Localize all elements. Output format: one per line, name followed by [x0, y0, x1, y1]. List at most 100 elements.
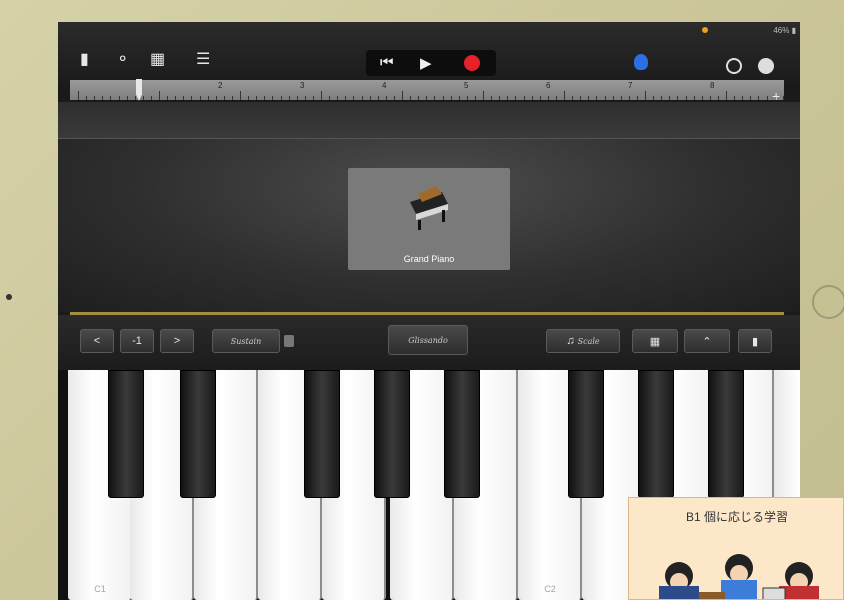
- instrument-selector[interactable]: Grand Piano: [348, 168, 510, 270]
- tracks-icon[interactable]: ▦: [150, 52, 165, 68]
- ruler-tick: [264, 96, 266, 100]
- settings-icon[interactable]: [758, 58, 774, 74]
- black-key[interactable]: [374, 370, 410, 498]
- ruler-tick: [167, 96, 169, 100]
- ruler-tick: [483, 91, 484, 100]
- stage-rim: [58, 102, 800, 139]
- rewind-icon[interactable]: ⏮: [380, 54, 394, 71]
- ruler-tick: [685, 96, 687, 100]
- metronome-icon[interactable]: [634, 54, 648, 70]
- play-icon[interactable]: ▶: [420, 54, 432, 72]
- camera-dot: [6, 294, 12, 300]
- ruler-tick: [102, 96, 104, 100]
- ruler-tick: [183, 96, 185, 100]
- ruler-tick: [110, 96, 112, 100]
- ruler-tick: [458, 96, 460, 100]
- transport-controls: ⏮ ▶: [366, 50, 496, 76]
- sustain-button[interactable]: Sustain: [212, 329, 280, 353]
- ruler-tick: [321, 91, 322, 100]
- ruler-tick: [742, 96, 744, 100]
- ruler-tick: [596, 96, 598, 100]
- ruler-tick: [231, 96, 233, 100]
- ruler-tick: [661, 96, 663, 100]
- ruler-tick: [361, 96, 363, 100]
- black-key[interactable]: [444, 370, 480, 498]
- ruler-tick: [312, 96, 314, 100]
- ruler-tick: [612, 96, 614, 100]
- ruler-tick: [142, 96, 144, 100]
- ruler-tick: [426, 96, 428, 100]
- scale-button[interactable]: ♫ Scale: [546, 329, 620, 353]
- badge-title: B1 個に応じる学習: [685, 510, 788, 524]
- ruler-tick: [329, 96, 331, 100]
- black-key[interactable]: [708, 370, 744, 498]
- top-toolbar: ▮ ⚬ ▦ ☰ ⏮ ▶ 46% ▮: [58, 22, 800, 84]
- ruler-tick: [750, 96, 752, 100]
- keyboard-layout-icon[interactable]: ▦: [632, 329, 678, 353]
- ruler-tick: [547, 96, 549, 100]
- undo-icon[interactable]: [726, 58, 742, 74]
- ruler-mark: 6: [546, 81, 551, 90]
- home-button[interactable]: [812, 285, 844, 319]
- ruler-mark: 2: [218, 81, 223, 90]
- ruler-tick: [466, 96, 468, 100]
- ruler-tick: [191, 96, 193, 100]
- keyboard-controls: < -1 > Sustain Glissando ♫ Scale ▦ ⌃ ▮: [58, 315, 800, 370]
- mixer-icon[interactable]: ☰: [196, 52, 210, 68]
- record-icon[interactable]: [464, 55, 480, 71]
- ruler-tick: [491, 96, 493, 100]
- ruler-tick: [240, 91, 241, 100]
- ruler-tick: [709, 96, 711, 100]
- ruler-tick: [499, 96, 501, 100]
- ruler-tick: [402, 91, 403, 100]
- trash-icon[interactable]: ▮: [738, 329, 772, 353]
- ruler-tick: [369, 96, 371, 100]
- octave-down-button[interactable]: <: [80, 329, 114, 353]
- ruler-tick: [620, 96, 622, 100]
- black-key[interactable]: [180, 370, 216, 498]
- ruler-mark: 3: [300, 81, 305, 90]
- grand-piano-icon: [410, 186, 448, 230]
- glissando-button[interactable]: Glissando: [388, 325, 468, 355]
- ruler-tick: [636, 96, 638, 100]
- black-key[interactable]: [304, 370, 340, 498]
- ruler-tick: [288, 96, 290, 100]
- scale-label: Scale: [577, 336, 600, 346]
- ruler-tick: [450, 96, 452, 100]
- ruler-tick: [758, 96, 760, 100]
- ruler-tick: [353, 96, 355, 100]
- black-key[interactable]: [108, 370, 144, 498]
- ruler-mark: 5: [464, 81, 469, 90]
- document-icon[interactable]: ▮: [80, 52, 89, 68]
- ruler-tick: [677, 96, 679, 100]
- students-illustration: [659, 554, 819, 599]
- velocity-icon[interactable]: ⌃: [684, 329, 730, 353]
- ruler-tick: [393, 96, 395, 100]
- lcd-display[interactable]: [504, 54, 624, 72]
- ruler-tick: [126, 96, 128, 100]
- octave-up-button[interactable]: >: [160, 329, 194, 353]
- ruler-tick: [782, 96, 784, 100]
- ruler-tick: [717, 96, 719, 100]
- ruler-tick: [175, 96, 177, 100]
- ruler-tick: [385, 96, 387, 100]
- black-key[interactable]: [568, 370, 604, 498]
- ruler-tick: [256, 96, 258, 100]
- ruler-tick: [199, 96, 201, 100]
- ruler-tick: [223, 96, 225, 100]
- ruler-tick: [653, 96, 655, 100]
- ruler-tick: [118, 96, 120, 100]
- loop-icon[interactable]: ⚬: [116, 52, 129, 68]
- ruler-tick: [434, 96, 436, 100]
- glissando-label: Glissando: [408, 335, 448, 345]
- ruler-tick: [215, 96, 217, 100]
- ruler-tick: [766, 96, 768, 100]
- lock-icon[interactable]: [284, 335, 294, 347]
- ruler-tick: [669, 96, 671, 100]
- lesson-badge: B1 個に応じる学習: [628, 497, 844, 600]
- scale-icon: ♫: [566, 335, 578, 347]
- ruler-tick: [523, 96, 525, 100]
- black-key[interactable]: [638, 370, 674, 498]
- ruler-tick: [515, 96, 517, 100]
- timeline-ruler[interactable]: 2 3 4 5 6 7 8: [70, 80, 784, 100]
